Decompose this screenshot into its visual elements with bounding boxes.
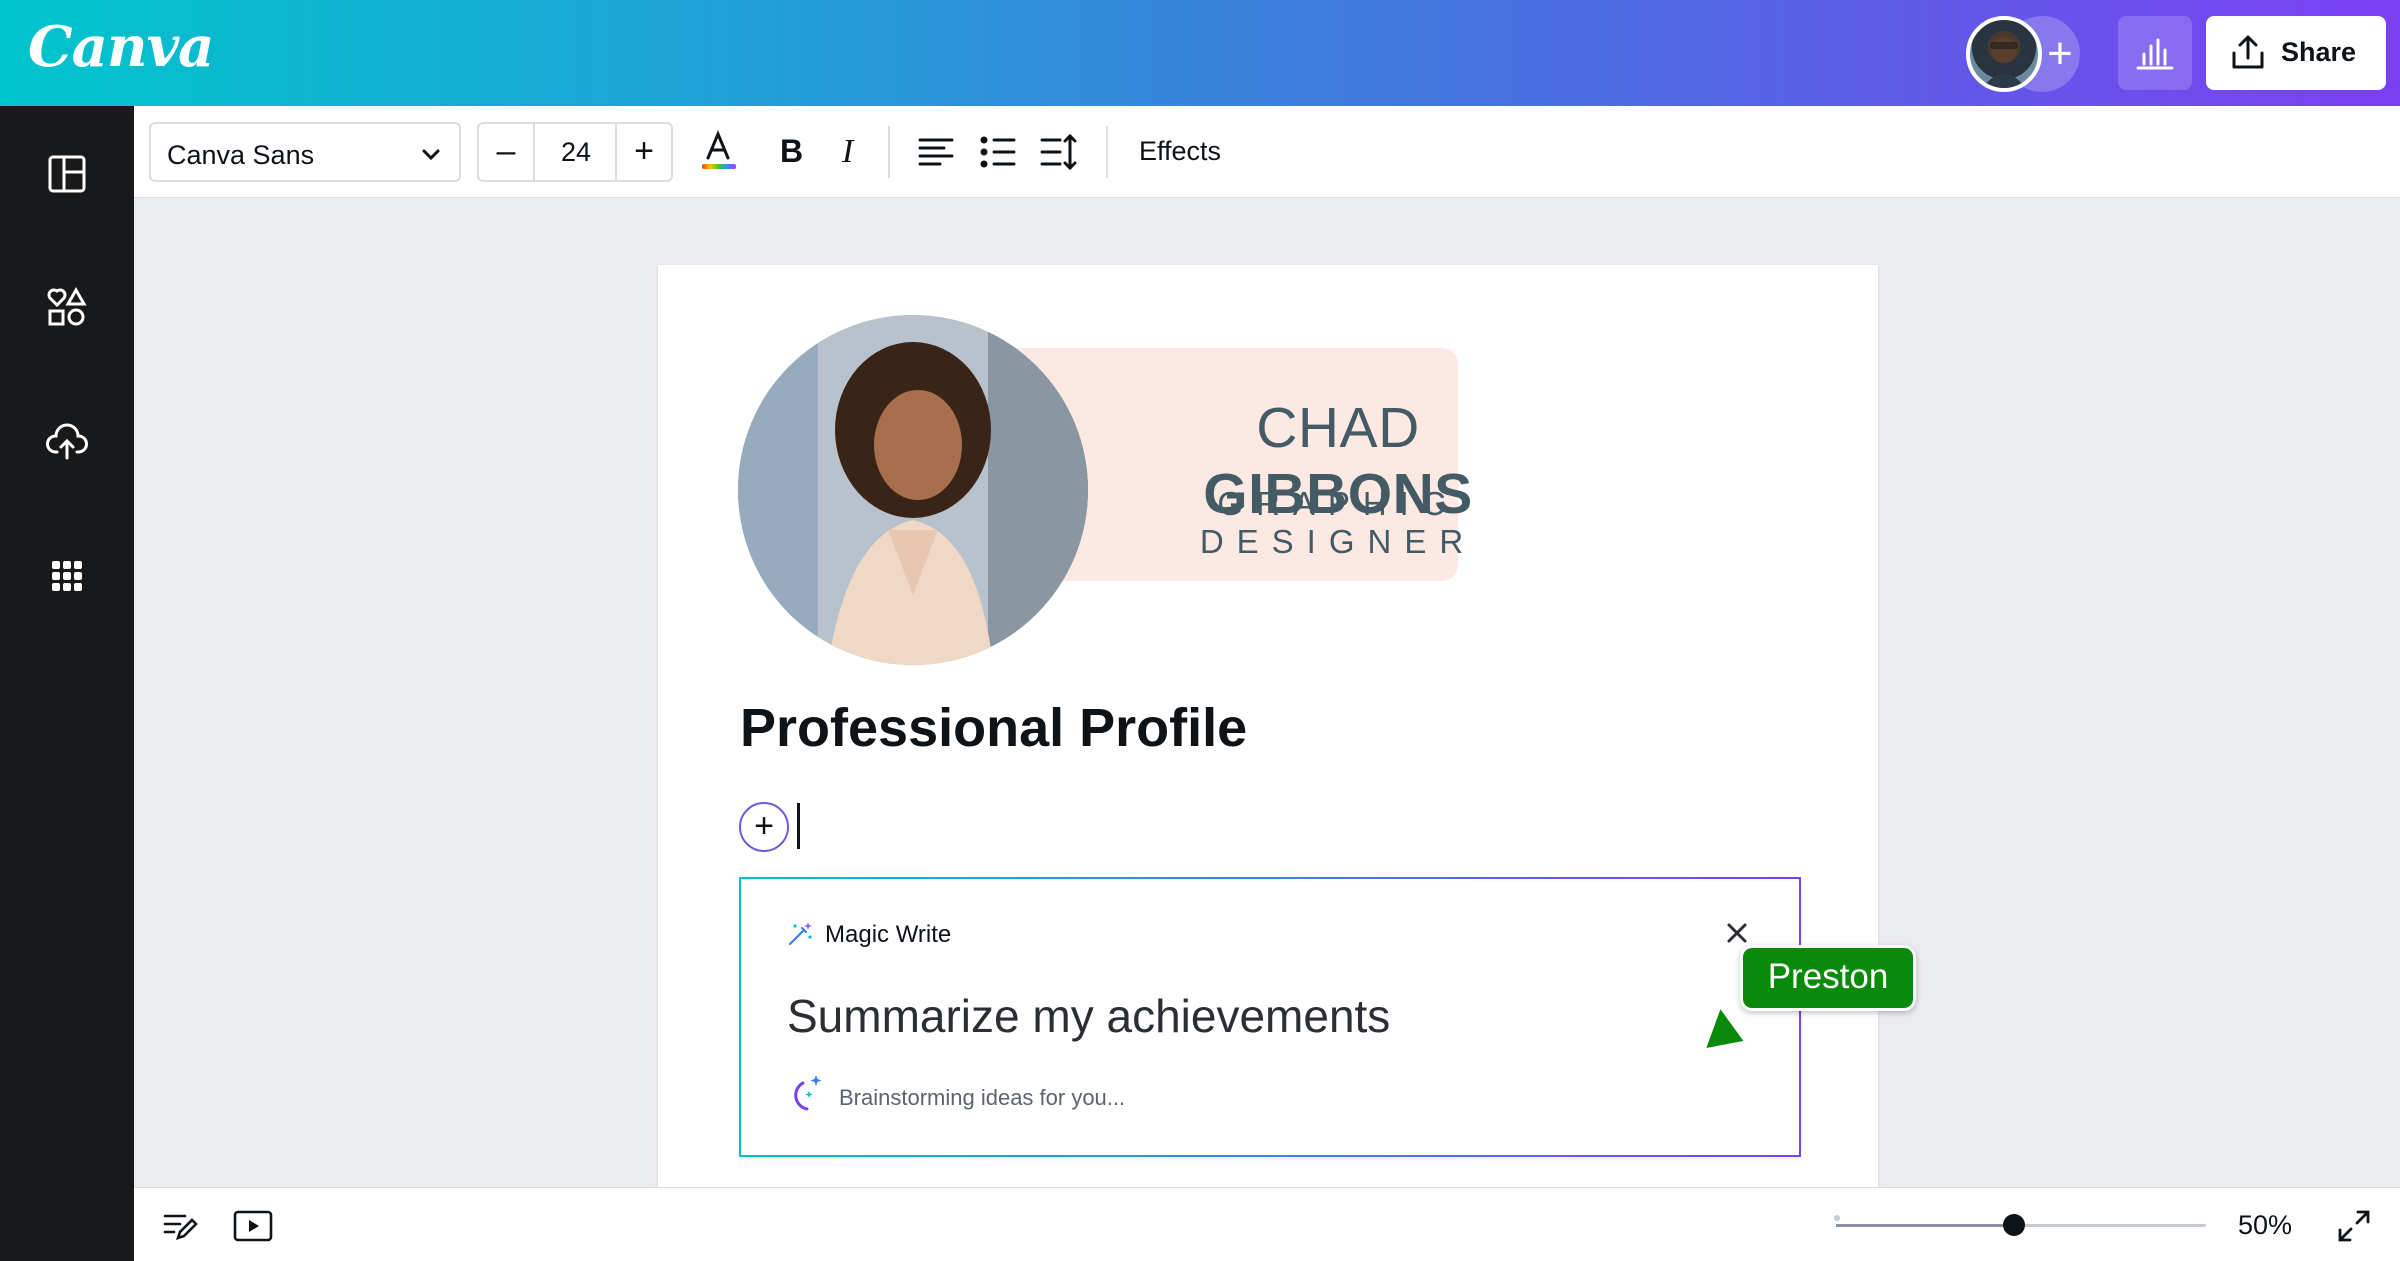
share-label: Share	[2281, 37, 2357, 67]
collaborator-name-tag: Preston	[1740, 945, 1916, 1011]
font-family-value: Canva Sans	[167, 140, 315, 170]
decrease-font-size-button[interactable]: –	[479, 124, 535, 180]
text-toolbar: Canva Sans – 24 + B I Effects	[134, 106, 2400, 198]
magic-write-status-text: Brainstorming ideas for you...	[839, 1085, 1126, 1110]
share-button[interactable]: Share	[2206, 16, 2386, 90]
magic-wand-icon	[788, 922, 812, 946]
line-spacing-icon[interactable]	[1036, 128, 1084, 176]
user-avatar[interactable]	[1966, 16, 2042, 92]
add-element-button[interactable]: +	[739, 802, 789, 852]
zoom-slider[interactable]	[1836, 1214, 2206, 1236]
zoom-track-start	[1834, 1215, 1840, 1221]
zoom-level[interactable]: 50%	[2238, 1210, 2292, 1241]
collaborator-cursor-icon	[1702, 1004, 1748, 1052]
collaborators: +	[1966, 16, 2106, 92]
text-caret	[797, 803, 800, 849]
text-color-icon[interactable]	[694, 128, 742, 176]
font-size-value[interactable]: 24	[537, 124, 615, 180]
notes-icon[interactable]	[160, 1206, 200, 1246]
svg-text:B: B	[780, 133, 803, 169]
insights-button[interactable]	[2118, 16, 2192, 90]
side-rail	[0, 106, 134, 1261]
loading-sparkle-icon	[794, 1075, 822, 1111]
zoom-slider-fill	[1836, 1224, 2014, 1227]
top-bar: Canva + Share	[0, 0, 2400, 106]
magic-write-title: Magic Write	[825, 921, 952, 948]
italic-icon[interactable]: I	[828, 128, 876, 176]
bulleted-list-icon[interactable]	[974, 128, 1022, 176]
effects-button[interactable]: Effects	[1139, 136, 1221, 167]
upload-icon	[2232, 35, 2264, 69]
profile-photo[interactable]	[738, 315, 1088, 665]
apps-grid-icon[interactable]	[45, 554, 89, 598]
elements-icon[interactable]	[45, 286, 89, 330]
bottom-bar: 50%	[134, 1187, 2400, 1261]
present-icon[interactable]	[232, 1206, 274, 1246]
magic-write-prompt[interactable]: Summarize my achievements	[787, 989, 1390, 1043]
bold-icon[interactable]: B	[768, 128, 816, 176]
zoom-slider-thumb[interactable]	[2002, 1214, 2025, 1236]
font-size-stepper: – 24 +	[477, 122, 673, 182]
section-heading[interactable]: Professional Profile	[740, 697, 1247, 759]
role-text[interactable]: GRAPHIC DESIGNER	[1143, 485, 1533, 561]
increase-font-size-button[interactable]: +	[615, 124, 671, 180]
font-family-dropdown[interactable]: Canva Sans	[149, 122, 461, 182]
templates-icon[interactable]	[45, 152, 89, 196]
toolbar-divider	[1106, 126, 1108, 178]
chevron-down-icon	[422, 149, 440, 161]
align-left-icon[interactable]	[912, 128, 960, 176]
svg-text:I: I	[841, 133, 855, 170]
toolbar-divider	[888, 126, 890, 178]
canva-logo[interactable]: Canva	[28, 14, 214, 80]
fullscreen-icon[interactable]	[2334, 1206, 2374, 1246]
upload-cloud-icon[interactable]	[45, 420, 89, 464]
bar-chart-icon	[2136, 38, 2174, 70]
first-name: CHAD	[1256, 396, 1420, 460]
magic-write-panel: Magic Write Summarize my achievements Br…	[739, 877, 1801, 1157]
